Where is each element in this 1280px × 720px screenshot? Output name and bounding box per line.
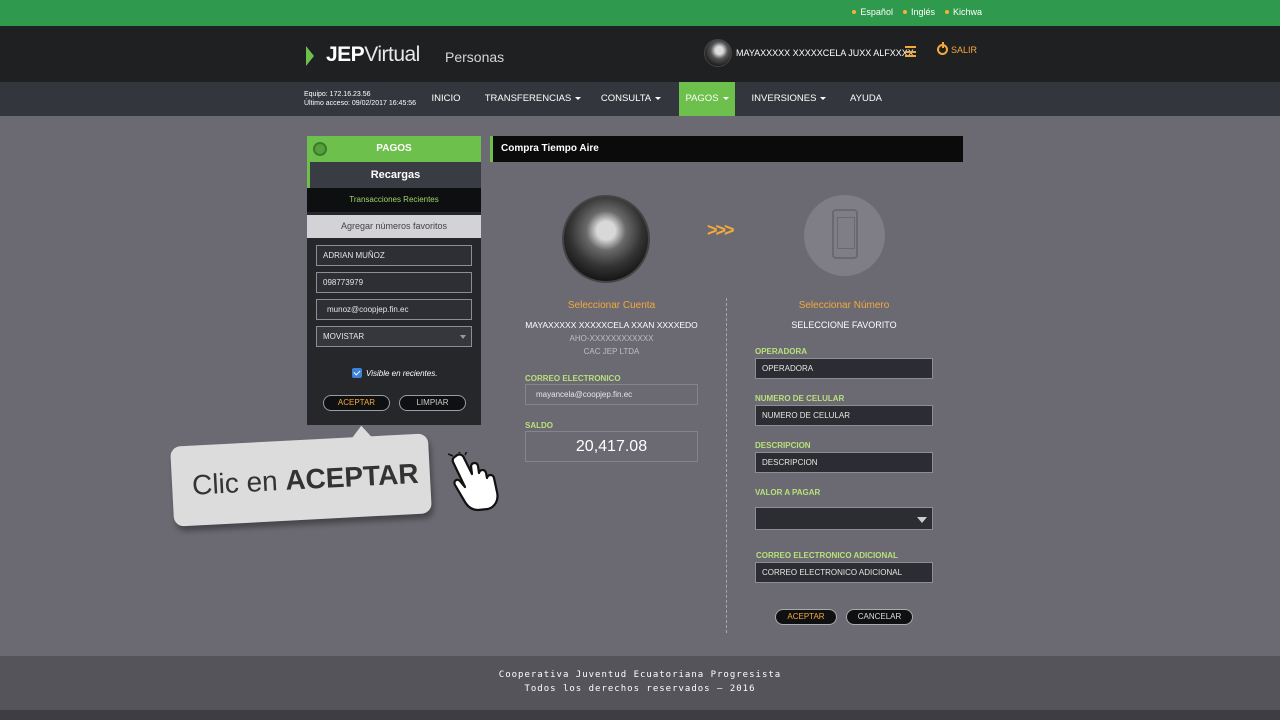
balance-label: SALDO <box>525 421 553 430</box>
bottom-strip <box>0 710 1280 720</box>
panel-clear-button[interactable]: LIMPIAR <box>399 395 466 411</box>
caret-down-icon <box>722 96 729 100</box>
nav-item-transferencias[interactable]: TRANSFERENCIAS <box>482 82 584 116</box>
nav-label: CONSULTA <box>600 93 652 104</box>
select-favorite-link[interactable]: SELECCIONE FAVORITO <box>755 320 933 330</box>
page-title: Compra Tiempo Aire <box>490 136 963 162</box>
extra-email-label: CORREO ELECTRONICO ADICIONAL <box>756 551 898 560</box>
language-option-espanol[interactable]: Español <box>852 7 893 17</box>
accept-button[interactable]: ACEPTAR <box>775 609 837 625</box>
arrows-icon: >>> <box>707 220 735 240</box>
main-nav: Equipo: 172.16.23.56 Último acceso: 09/0… <box>0 82 1280 116</box>
balance-value: 20,417.08 <box>525 431 698 462</box>
operator-input[interactable]: OPERADORA <box>755 358 933 379</box>
pointing-hand-icon <box>448 452 499 512</box>
institution-name: CAC JEP LTDA <box>583 347 640 356</box>
session-info: Equipo: 172.16.23.56 Último acceso: 09/0… <box>304 90 416 108</box>
cell-number-label: NUMERO DE CELULAR <box>755 394 845 403</box>
nav-label: PAGOS <box>685 93 719 104</box>
caret-down-icon <box>575 96 582 100</box>
panel-header: PAGOS <box>307 136 481 162</box>
nav-item-ayuda[interactable]: AYUDA <box>845 82 887 116</box>
account-avatar <box>562 195 650 283</box>
favorite-name-field[interactable]: ADRIAN MUÑOZ <box>316 245 472 266</box>
visible-recent-checkbox[interactable]: Visible en recientes. <box>352 368 437 378</box>
language-bar: Español Inglés Kichwa <box>0 0 1280 26</box>
checkbox-label: Visible en recientes. <box>366 368 438 378</box>
email-label: CORREO ELECTRONICO <box>525 374 621 383</box>
logo-bold: JEP <box>326 43 365 66</box>
bullet-icon <box>852 10 857 14</box>
add-favorites-header: Agregar números favoritos <box>307 215 481 238</box>
recent-transactions-link[interactable]: Transacciones Recientes <box>307 188 481 212</box>
description-input[interactable]: DESCRIPCION <box>755 452 933 473</box>
logout-button[interactable]: SALIR <box>937 42 978 55</box>
amount-label: VALOR A PAGAR <box>755 488 821 497</box>
logo-chevron-icon <box>306 46 314 66</box>
phone-circle <box>804 195 885 276</box>
mobile-phone-icon <box>832 209 858 259</box>
callout-prefix: Clic en <box>191 464 287 501</box>
account-email-field[interactable]: mayancela@coopjep.fin.ec <box>525 384 698 405</box>
description-label: DESCRIPCION <box>755 441 811 450</box>
app-header: JEPVirtual Personas MAYAXXXXX XXXXXCELA … <box>0 26 1280 82</box>
nav-label: INVERSIONES <box>751 93 817 104</box>
nav-label: AYUDA <box>849 93 883 104</box>
page-footer: Cooperativa Juventud Ecuatoriana Progres… <box>0 656 1280 710</box>
payments-side-panel: PAGOS Recargas Transacciones Recientes A… <box>307 136 481 425</box>
amount-select[interactable] <box>755 507 933 530</box>
extra-email-input[interactable]: CORREO ELECTRONICO ADICIONAL <box>755 562 933 583</box>
section-label: Personas <box>445 49 505 65</box>
user-name: MAYAXXXXX XXXXXCELA JUXX ALFXXXX <box>736 48 914 58</box>
account-holder: MAYAXXXXX XXXXXCELA XXAN XXXXEDO <box>525 320 698 330</box>
callout-emphasis: ACEPTAR <box>284 457 420 496</box>
logout-label: SALIR <box>951 44 978 55</box>
nav-item-inicio[interactable]: INICIO <box>425 82 467 116</box>
logo-thin: Virtual <box>364 43 420 66</box>
caret-down-icon <box>820 96 827 100</box>
app-logo[interactable]: JEPVirtual <box>326 43 420 67</box>
nav-label: INICIO <box>431 93 461 104</box>
user-avatar <box>704 39 732 67</box>
globe-icon <box>313 142 327 156</box>
hamburger-menu-icon[interactable] <box>905 46 916 57</box>
cancel-button[interactable]: CANCELAR <box>846 609 913 625</box>
panel-title: PAGOS <box>376 143 412 154</box>
bullet-icon <box>902 10 907 14</box>
favorite-operator-select[interactable]: MOVISTAR <box>316 326 472 347</box>
checkbox-checked-icon <box>352 368 362 378</box>
language-label: Kichwa <box>952 7 982 17</box>
caret-down-icon <box>655 96 662 100</box>
account-number: AHO-XXXXXXXXXXXX <box>569 334 654 343</box>
power-icon <box>937 42 948 55</box>
nav-label: TRANSFERENCIAS <box>484 93 572 104</box>
nav-item-consulta[interactable]: CONSULTA <box>597 82 665 116</box>
footer-line-1: Cooperativa Juventud Ecuatoriana Progres… <box>498 670 782 680</box>
language-option-ingles[interactable]: Inglés <box>902 7 935 17</box>
recargas-tab[interactable]: Recargas <box>307 162 481 188</box>
select-account-heading[interactable]: Seleccionar Cuenta <box>525 300 698 311</box>
last-access: Último acceso: 09/02/2017 16:45:56 <box>304 100 417 107</box>
instruction-callout: Clic en ACEPTAR <box>170 433 432 527</box>
nav-item-pagos[interactable]: PAGOS <box>679 82 735 116</box>
bullet-icon <box>944 10 949 14</box>
language-label: Inglés <box>910 7 935 17</box>
equipo-ip: Equipo: 172.16.23.56 <box>304 91 371 98</box>
language-list: Español Inglés Kichwa <box>852 7 982 17</box>
operator-label: OPERADORA <box>755 347 808 356</box>
language-label: Español <box>860 7 893 17</box>
favorite-email-field[interactable]: munoz@coopjep.fin.ec <box>316 299 472 320</box>
language-option-kichwa[interactable]: Kichwa <box>944 7 982 17</box>
select-number-heading[interactable]: Seleccionar Número <box>755 300 933 311</box>
favorite-phone-field[interactable]: 098773979 <box>316 272 472 293</box>
footer-line-2: Todos los derechos reservados – 2016 <box>524 684 756 694</box>
nav-item-inversiones[interactable]: INVERSIONES <box>748 82 830 116</box>
panel-accept-button[interactable]: ACEPTAR <box>323 395 390 411</box>
column-divider <box>726 298 727 633</box>
cell-number-input[interactable]: NUMERO DE CELULAR <box>755 405 933 426</box>
callout-text: Clic en ACEPTAR <box>191 458 419 502</box>
